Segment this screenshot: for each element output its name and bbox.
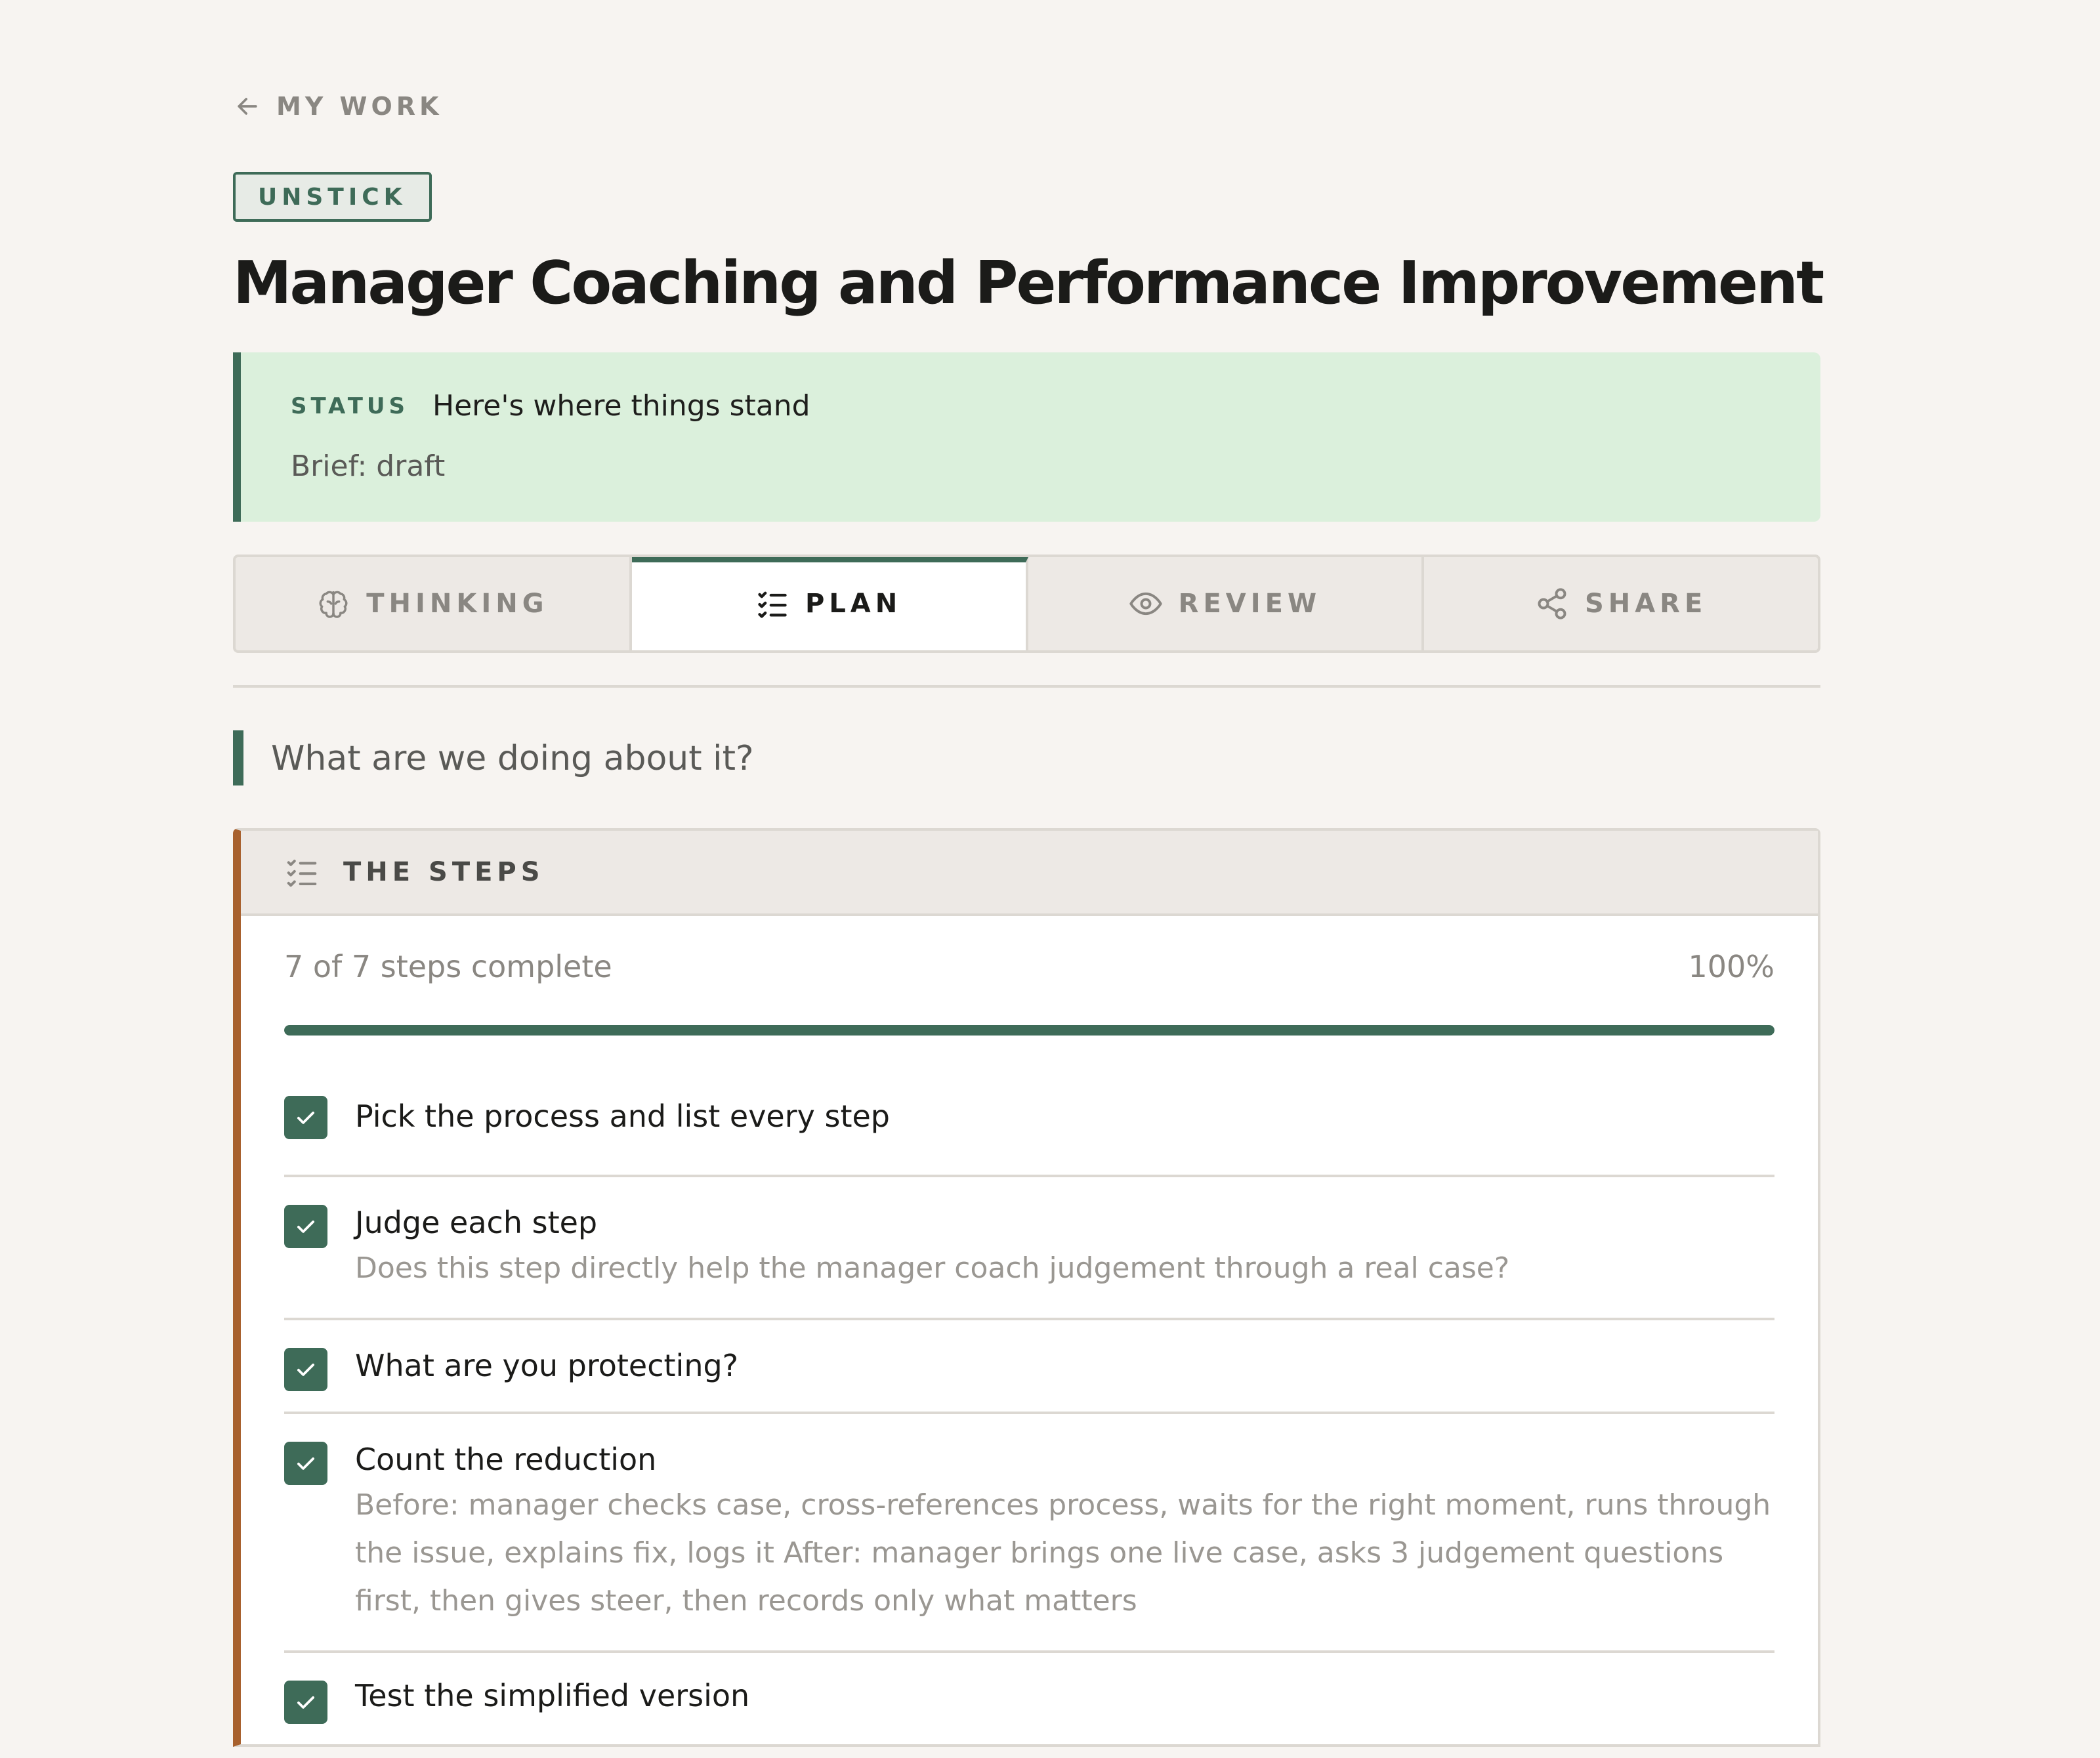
- page-title: Manager Coaching and Performance Improve…: [233, 249, 1824, 318]
- tab-plan-label: PLAN: [805, 589, 902, 619]
- tab-bar: THINKING PLAN REVIEW SHARE: [233, 555, 1820, 653]
- eye-icon: [1129, 592, 1162, 616]
- step-checkbox[interactable]: [284, 1681, 327, 1724]
- steps-card-header: THE STEPS: [241, 831, 1818, 916]
- status-subtext: Brief: draft: [291, 450, 446, 483]
- status-panel: STATUS Here's where things stand Brief: …: [233, 352, 1820, 522]
- step-title: Pick the process and list every step: [355, 1099, 890, 1134]
- step-item: Test the simplified version: [284, 1653, 1774, 1758]
- back-link-label: MY WORK: [276, 92, 443, 121]
- step-checkbox[interactable]: [284, 1348, 327, 1391]
- tab-review-label: REVIEW: [1178, 589, 1322, 619]
- share-icon: [1538, 588, 1566, 619]
- progress-percent: 100%: [1688, 949, 1774, 984]
- tab-share[interactable]: SHARE: [1424, 557, 1818, 650]
- step-checkbox[interactable]: [284, 1096, 327, 1139]
- checkmark-icon: [297, 1363, 314, 1376]
- divider: [233, 685, 1820, 688]
- tab-review[interactable]: REVIEW: [1028, 557, 1425, 650]
- steps-card: THE STEPS 7 of 7 steps complete 100% Pic…: [233, 828, 1820, 1747]
- steps-card-title: THE STEPS: [343, 857, 545, 887]
- step-title: Judge each step: [355, 1205, 598, 1240]
- step-checkbox[interactable]: [284, 1442, 327, 1485]
- progress-bar-fill: [284, 1025, 1774, 1036]
- checkmark-icon: [297, 1220, 314, 1233]
- step-item: What are you protecting?: [284, 1320, 1774, 1414]
- tab-share-label: SHARE: [1584, 589, 1708, 619]
- steps-list: Pick the process and list every step Jud…: [284, 1083, 1774, 1758]
- step-description: Does this step directly help the manager…: [355, 1251, 1510, 1285]
- checkmark-icon: [297, 1111, 314, 1124]
- step-checkbox[interactable]: [284, 1205, 327, 1248]
- step-title: Count the reduction: [355, 1442, 657, 1477]
- progress-bar: [284, 1025, 1774, 1036]
- back-link[interactable]: MY WORK: [233, 92, 443, 121]
- status-label: STATUS: [291, 392, 410, 419]
- step-title: Test the simplified version: [355, 1678, 750, 1713]
- tab-thinking[interactable]: THINKING: [236, 557, 632, 650]
- checklist-icon: [758, 591, 787, 618]
- section-heading: What are we doing about it?: [271, 739, 754, 778]
- step-item: Count the reduction Before: manager chec…: [284, 1414, 1774, 1653]
- section-accent-bar: [233, 730, 243, 785]
- arrow-left-icon: [238, 98, 257, 115]
- status-text: Here's where things stand: [432, 389, 810, 423]
- tab-thinking-label: THINKING: [366, 589, 549, 619]
- checkmark-icon: [297, 1696, 314, 1709]
- step-title: What are you protecting?: [355, 1348, 739, 1383]
- step-item: Judge each step Does this step directly …: [284, 1177, 1774, 1320]
- checkmark-icon: [297, 1457, 314, 1470]
- checklist-icon: [287, 860, 317, 887]
- step-item: Pick the process and list every step: [284, 1083, 1774, 1177]
- tab-plan[interactable]: PLAN: [631, 557, 1028, 650]
- brain-icon: [319, 591, 348, 618]
- step-description: Before: manager checks case, cross-refer…: [355, 1488, 1771, 1618]
- category-tag: UNSTICK: [233, 172, 432, 222]
- progress-text: 7 of 7 steps complete: [284, 949, 612, 984]
